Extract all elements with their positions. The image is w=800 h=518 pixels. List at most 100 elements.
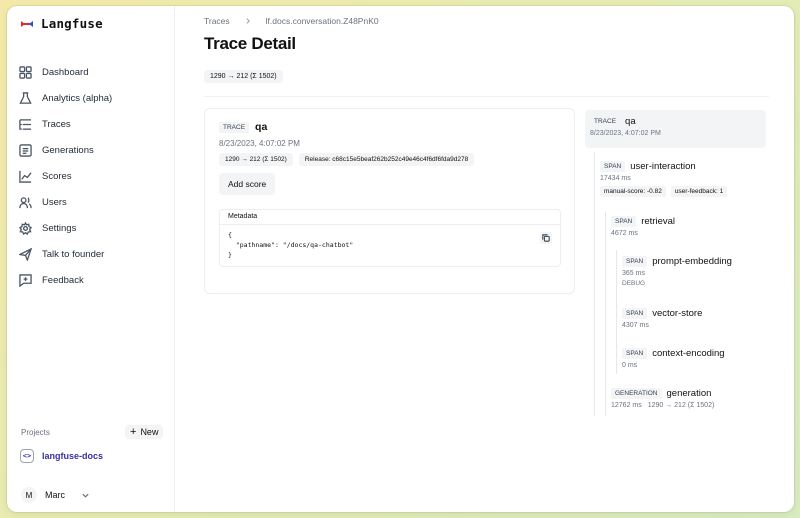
add-score-button[interactable]: Add score [219,173,276,195]
flask-icon [19,91,32,104]
node-header: TRACE qa [590,116,661,127]
new-project-label: New [140,427,159,437]
tree-line [605,212,606,416]
node-header: SPAN vector-store [622,308,702,319]
metadata-label: Metadata [228,213,258,220]
divider [204,96,769,97]
node-duration: 17434 ms [600,175,631,182]
tree-node-generation[interactable]: GENERATION generation 12762 ms 1290 → 21… [611,388,714,409]
sidebar: Langfuse Dashboard Analytics (alpha) Tra… [7,6,175,512]
app-name: Langfuse [41,16,103,31]
node-duration-usage: 12762 ms 1290 → 212 (Σ 1502) [611,402,714,409]
chevron-right-icon [246,18,250,24]
node-tag: SPAN [622,348,648,359]
copy-icon [542,234,550,242]
node-duration: 365 ms [622,270,645,277]
sidebar-item-label: Settings [42,222,77,234]
tree-root-node[interactable]: TRACE qa 8/23/2023, 4:07:02 PM [585,110,766,148]
tree-node-vector-store[interactable]: SPAN vector-store 4307 ms [622,308,702,329]
release-badge: Release: c68c15e5beaf262b252c49e46c4f6df… [298,153,475,166]
user-name: Marc [45,490,65,500]
sidebar-item-label: Generations [42,144,94,156]
sidebar-item-label: Scores [42,170,72,182]
code-icon: <> [20,449,34,463]
node-name: vector-store [652,308,703,319]
gear-icon [19,221,32,235]
project-item[interactable]: <> langfuse-docs [20,449,103,463]
sidebar-item-feedback[interactable]: Feedback [19,267,169,293]
node-usage: 1290 → 212 (Σ 1502) [647,402,715,409]
text-lines-icon [19,143,32,157]
breadcrumb: Traces lf.docs.conversation.Z48PnK0 [204,16,379,26]
score-badges: manual-score: -0.82 user-feedback: 1 [600,186,728,197]
node-tag: SPAN [622,308,648,319]
node-name: user-interaction [630,161,696,172]
node-level: DEBUG [622,280,646,287]
sidebar-item-label: Dashboard [42,66,89,78]
sidebar-item-label: Analytics (alpha) [42,92,113,104]
trace-badges: 1290 → 212 (Σ 1502) Release: c68c15e5bea… [219,153,475,166]
metadata-box: Metadata { "pathname": "/docs/qa-chatbot… [219,209,561,267]
sidebar-item-dashboard[interactable]: Dashboard [19,59,169,85]
line-chart-icon [19,170,32,183]
message-plus-icon [19,273,32,287]
node-tag: SPAN [611,216,637,227]
tree-node-retrieval[interactable]: SPAN retrieval 4672 ms [611,216,675,237]
sidebar-item-analytics[interactable]: Analytics (alpha) [19,85,169,111]
sidebar-item-talk-to-founder[interactable]: Talk to founder [19,241,169,267]
node-header: SPAN user-interaction [600,161,727,172]
breadcrumb-current: lf.docs.conversation.Z48PnK0 [265,16,379,26]
user-menu[interactable]: M Marc [21,487,90,503]
sidebar-item-users[interactable]: Users [19,189,169,215]
breadcrumb-traces-link[interactable]: Traces [204,16,230,26]
trace-tag: TRACE [219,121,250,133]
usage-badge: 1290 → 212 (Σ 1502) [204,70,283,83]
node-name: context-encoding [652,348,725,359]
sidebar-nav: Dashboard Analytics (alpha) Traces Gener… [19,59,169,293]
tree-line [616,250,617,374]
app-window: Langfuse Dashboard Analytics (alpha) Tra… [7,6,794,512]
trace-detail-card: TRACE qa 8/23/2023, 4:07:02 PM 1290 → 21… [204,108,575,294]
plus-icon: + [130,425,137,438]
node-duration: 4672 ms [611,230,638,237]
chevron-down-icon [82,493,89,498]
score-badge: user-feedback: 1 [670,186,728,197]
sidebar-item-scores[interactable]: Scores [19,163,169,189]
project-name: langfuse-docs [42,451,104,461]
new-project-button[interactable]: + New [125,425,164,439]
node-header: GENERATION generation [611,388,714,399]
copy-button[interactable] [540,232,552,244]
node-tag: SPAN [622,256,648,267]
node-tag: TRACE [590,116,621,127]
node-name: retrieval [641,216,676,227]
tree-node-prompt-embedding[interactable]: SPAN prompt-embedding 365 ms DEBUG [622,256,732,287]
score-badge: manual-score: -0.82 [600,186,666,197]
divider [220,224,560,225]
tree-node: TRACE qa 8/23/2023, 4:07:02 PM [590,116,661,137]
grid-icon [19,65,32,79]
tree-node-context-encoding[interactable]: SPAN context-encoding 0 ms [622,348,725,369]
sidebar-item-traces[interactable]: Traces [19,111,169,137]
trace-header: TRACE qa [219,121,267,133]
node-duration: 4307 ms [622,322,649,329]
trace-tree: TRACE qa 8/23/2023, 4:07:02 PM SPAN user… [585,110,775,420]
metadata-json: { "pathname": "/docs/qa-chatbot" } [228,231,354,259]
node-tag: SPAN [600,161,626,172]
sidebar-item-label: Talk to founder [42,248,105,260]
users-icon [19,196,32,208]
page-title: Trace Detail [204,34,296,53]
logo[interactable]: Langfuse [20,16,103,31]
tree-line [594,152,595,416]
sidebar-item-label: Feedback [42,274,84,286]
node-duration: 12762 ms [611,402,642,409]
tree-node-user-interaction[interactable]: SPAN user-interaction 17434 ms manual-sc… [600,161,728,197]
node-tag: GENERATION [611,388,662,399]
sidebar-item-generations[interactable]: Generations [19,137,169,163]
sidebar-item-label: Users [42,196,67,208]
send-icon [19,247,32,261]
projects-label: Projects [21,428,50,437]
node-header: SPAN retrieval [611,216,675,227]
sidebar-item-settings[interactable]: Settings [19,215,169,241]
node-name: qa [625,116,636,127]
usage-badge: 1290 → 212 (Σ 1502) [219,153,293,166]
